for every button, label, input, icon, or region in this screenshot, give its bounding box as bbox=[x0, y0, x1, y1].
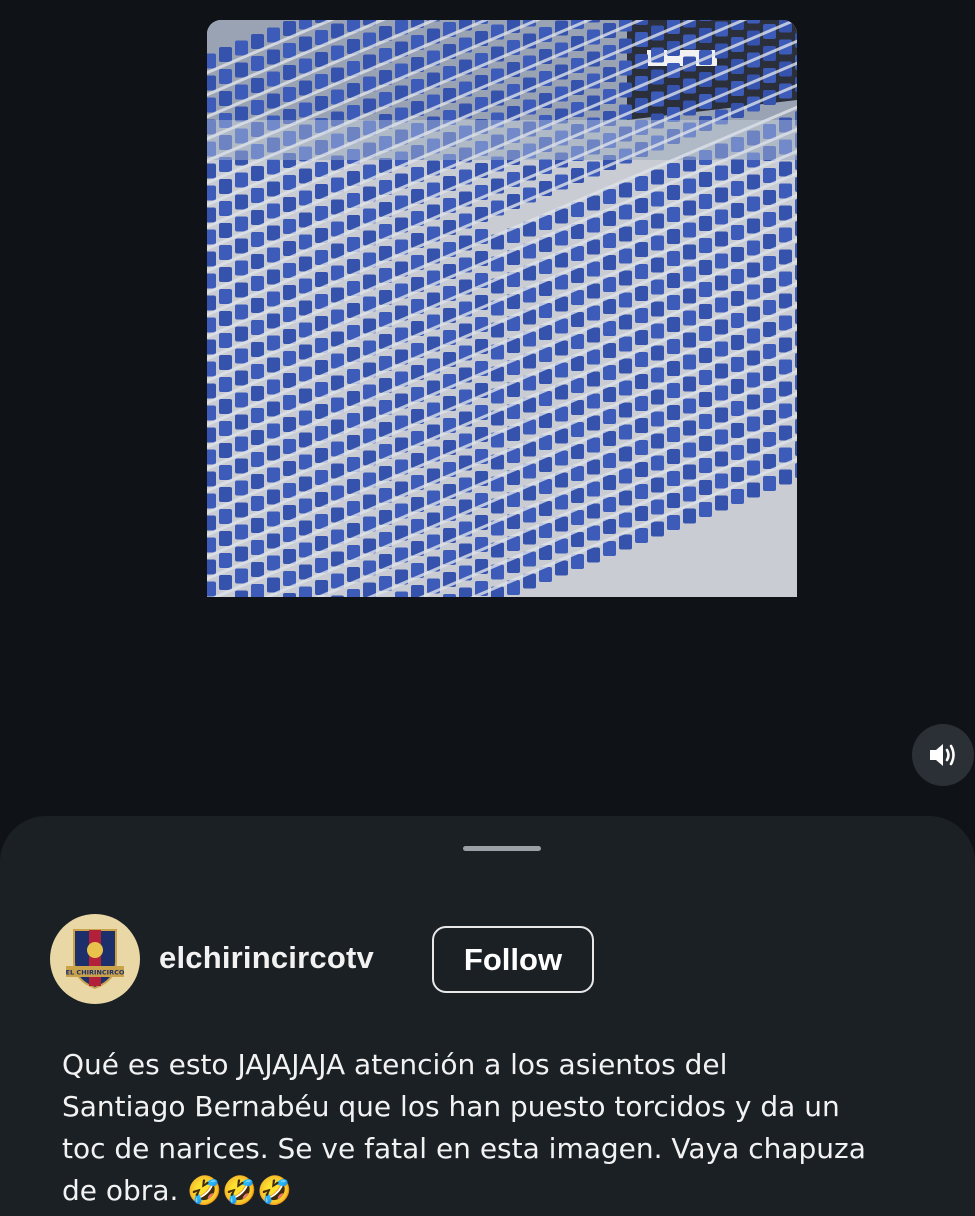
stadium-seats-image bbox=[207, 20, 797, 597]
avatar[interactable]: EL CHIRINCIRCO bbox=[50, 914, 140, 1004]
post-details-sheet: EL CHIRINCIRCO elchirincircotv Follow Qu… bbox=[0, 816, 975, 1216]
speaker-volume-icon bbox=[930, 744, 955, 766]
sheet-drag-handle[interactable] bbox=[463, 846, 541, 851]
post-caption: Qué es esto JAJAJAJA atención a los asie… bbox=[62, 1048, 866, 1207]
svg-text:EL CHIRINCIRCO: EL CHIRINCIRCO bbox=[66, 969, 125, 977]
username[interactable]: elchirincircotv bbox=[159, 940, 374, 976]
mute-toggle-button[interactable] bbox=[912, 724, 974, 786]
video-player[interactable] bbox=[207, 20, 797, 597]
club-crest-logo: EL CHIRINCIRCO bbox=[66, 929, 125, 990]
follow-button[interactable]: Follow bbox=[432, 926, 594, 993]
